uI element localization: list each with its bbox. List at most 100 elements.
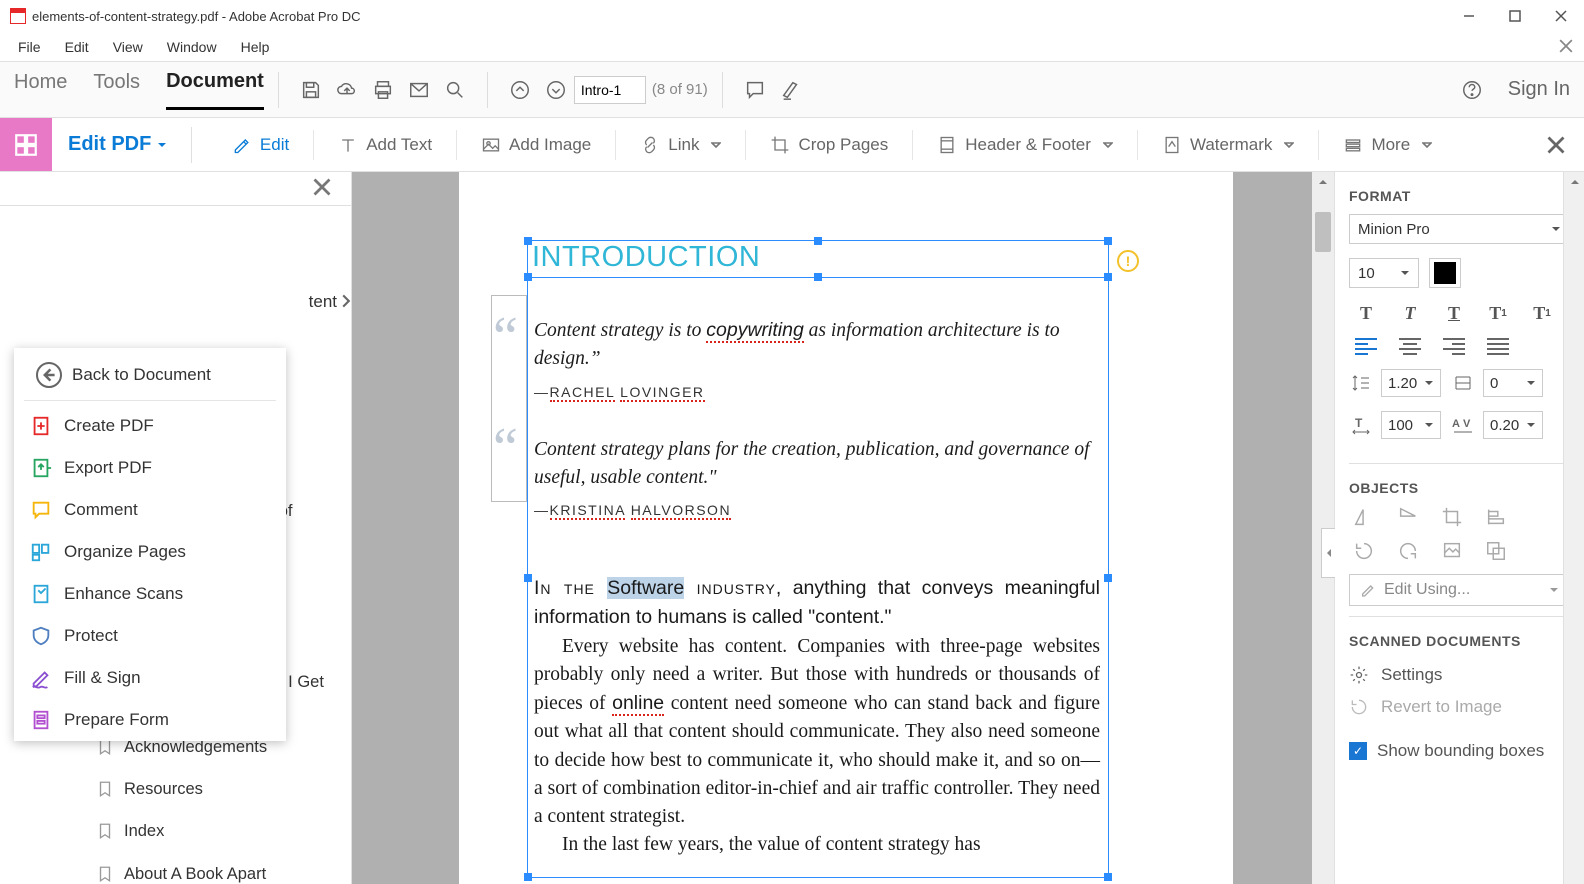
arrange-icon[interactable] [1485, 540, 1507, 562]
flip-horizontal-icon[interactable] [1353, 506, 1375, 528]
flyout-comment[interactable]: Comment [14, 489, 286, 531]
document-close-icon[interactable] [1556, 36, 1576, 56]
warning-badge-icon[interactable]: ! [1117, 250, 1139, 272]
menu-window[interactable]: Window [155, 35, 229, 59]
tool-edit[interactable]: Edit [224, 135, 297, 155]
tab-home[interactable]: Home [14, 71, 67, 108]
highlight-pen-icon[interactable] [773, 72, 809, 108]
tool-crop-pages[interactable]: Crop Pages [762, 135, 896, 155]
attribution-1: —RACHEL LOVINGER [534, 384, 1100, 400]
flyout-fill-sign[interactable]: Fill & Sign [14, 657, 286, 699]
scroll-up-icon[interactable] [1312, 172, 1334, 192]
sign-in-link[interactable]: Sign In [1508, 78, 1570, 101]
bookmark-item[interactable]: About A Book Apart [96, 853, 341, 884]
italic-icon[interactable]: T [1399, 302, 1421, 324]
hscale-icon: T [1349, 415, 1373, 435]
flip-vertical-icon[interactable] [1397, 506, 1419, 528]
selection-box-heading[interactable]: INTRODUCTION [527, 240, 1109, 278]
align-left-icon[interactable] [1355, 338, 1377, 355]
pdf-page[interactable]: INTRODUCTION ! “ “ Content strategy is t… [459, 172, 1233, 884]
tracking-field[interactable]: 0 [1483, 369, 1543, 397]
edit-pdf-dropdown[interactable]: Edit PDF [68, 133, 167, 156]
main-toolbar: Home Tools Document (8 of 91) Sign In [0, 62, 1584, 118]
tool-icon [30, 541, 52, 563]
replace-image-icon[interactable] [1441, 540, 1463, 562]
crop-icon[interactable] [1441, 506, 1463, 528]
menu-edit[interactable]: Edit [53, 35, 101, 59]
prev-page-icon[interactable] [502, 72, 538, 108]
menu-view[interactable]: View [101, 35, 155, 59]
tool-link[interactable]: Link [632, 135, 729, 155]
font-select[interactable]: Minion Pro [1349, 214, 1570, 244]
expand-chevron-icon[interactable] [339, 294, 353, 311]
char-spacing-icon: AV [1451, 415, 1475, 435]
tool-add-text[interactable]: Add Text [330, 135, 440, 155]
panel-close-icon[interactable] [313, 178, 335, 200]
align-right-icon[interactable] [1443, 338, 1465, 355]
flyout-protect[interactable]: Protect [14, 615, 286, 657]
cloud-upload-icon[interactable] [329, 72, 365, 108]
align-objects-icon[interactable] [1485, 506, 1507, 528]
char-spacing-field[interactable]: 0.20 [1483, 411, 1543, 439]
help-icon[interactable] [1454, 72, 1490, 108]
edit-using-select[interactable]: Edit Using... [1349, 574, 1570, 606]
tool-icon [30, 583, 52, 605]
tool-more[interactable]: More [1335, 135, 1440, 155]
hscale-field[interactable]: 100 [1381, 411, 1441, 439]
tool-header-footer[interactable]: Header & Footer [929, 135, 1121, 155]
flyout-create-pdf[interactable]: Create PDF [14, 405, 286, 447]
flyout-prepare-form[interactable]: Prepare Form [14, 699, 286, 741]
document-viewport[interactable]: INTRODUCTION ! “ “ Content strategy is t… [352, 172, 1334, 884]
menu-help[interactable]: Help [229, 35, 282, 59]
subscript-icon[interactable]: T1 [1531, 302, 1553, 324]
flyout-organize-pages[interactable]: Organize Pages [14, 531, 286, 573]
align-justify-icon[interactable] [1487, 338, 1509, 355]
tool-add-image[interactable]: Add Image [473, 135, 599, 155]
font-size-select[interactable]: 10 [1349, 258, 1419, 288]
menu-file[interactable]: File [6, 35, 53, 59]
scrollbar-thumb[interactable] [1315, 212, 1331, 252]
tab-document[interactable]: Document [166, 70, 264, 110]
comment-icon[interactable] [737, 72, 773, 108]
align-center-icon[interactable] [1399, 338, 1421, 355]
next-page-icon[interactable] [538, 72, 574, 108]
format-panel: FORMAT Minion Pro 10 T T T T1 T1 1.20 [1334, 172, 1584, 884]
panel-collapse-icon[interactable] [1321, 528, 1335, 578]
flyout-back-button[interactable]: Back to Document [24, 352, 276, 401]
main-area: tent Chapter 2: The Craft of Content Str… [0, 172, 1584, 884]
underline-icon[interactable]: T [1443, 302, 1465, 324]
tool-watermark[interactable]: Watermark [1154, 135, 1303, 155]
bookmark-item[interactable]: Index [96, 810, 341, 852]
show-bounding-checkbox[interactable]: ✓ Show bounding boxes [1349, 741, 1570, 761]
quote-2: Content strategy plans for the creation,… [534, 436, 1100, 493]
scanned-settings-button[interactable]: Settings [1349, 659, 1570, 691]
scroll-up-icon[interactable] [1564, 172, 1584, 192]
close-editbar-icon[interactable] [1544, 133, 1568, 157]
tab-tools[interactable]: Tools [93, 71, 140, 108]
right-scrollbar[interactable] [1563, 172, 1584, 884]
close-button[interactable] [1548, 3, 1574, 29]
bold-icon[interactable]: T [1355, 302, 1377, 324]
rotate-ccw-icon[interactable] [1353, 540, 1375, 562]
email-icon[interactable] [401, 72, 437, 108]
tool-icon [30, 625, 52, 647]
bookmark-item[interactable]: Resources [96, 768, 341, 810]
tool-icon [30, 457, 52, 479]
search-icon[interactable] [437, 72, 473, 108]
flyout-export-pdf[interactable]: Export PDF [14, 447, 286, 489]
rotate-cw-icon[interactable] [1397, 540, 1419, 562]
scanned-heading: SCANNED DOCUMENTS [1349, 633, 1570, 649]
print-icon[interactable] [365, 72, 401, 108]
page-input[interactable] [574, 76, 646, 104]
save-icon[interactable] [293, 72, 329, 108]
font-color-picker[interactable] [1429, 258, 1461, 288]
line-height-field[interactable]: 1.20 [1381, 369, 1441, 397]
doc-heading: INTRODUCTION [528, 241, 1108, 274]
maximize-button[interactable] [1502, 3, 1528, 29]
edit-pdf-badge-icon[interactable] [0, 118, 52, 171]
revert-to-image-button: Revert to Image [1349, 691, 1570, 723]
selection-box-body[interactable]: Content strategy is to copywriting as in… [527, 278, 1109, 878]
flyout-enhance-scans[interactable]: Enhance Scans [14, 573, 286, 615]
minimize-button[interactable] [1456, 3, 1482, 29]
superscript-icon[interactable]: T1 [1487, 302, 1509, 324]
